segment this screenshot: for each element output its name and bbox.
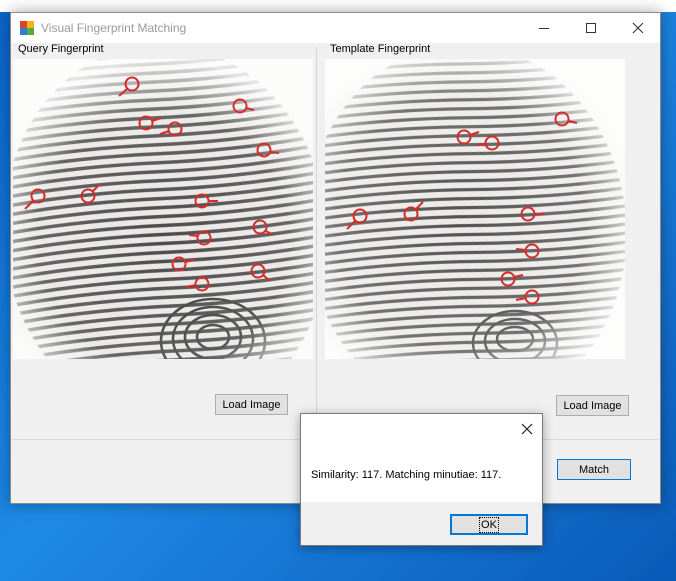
minutia-marker bbox=[171, 256, 195, 272]
minutia-marker bbox=[515, 289, 540, 305]
load-template-image-button[interactable]: Load Image bbox=[556, 395, 629, 416]
minutia-marker bbox=[476, 135, 500, 151]
similarity-message: Similarity: 117. Matching minutiae: 117. bbox=[311, 469, 502, 481]
minutia-marker bbox=[403, 201, 424, 222]
match-button[interactable]: Match bbox=[557, 459, 631, 480]
minutia-marker bbox=[159, 121, 183, 137]
minutia-marker bbox=[252, 219, 274, 236]
result-dialog: Similarity: 117. Matching minutiae: 117.… bbox=[300, 413, 543, 546]
minutia-marker bbox=[80, 183, 101, 204]
minutia-marker bbox=[554, 111, 578, 127]
close-icon[interactable] bbox=[520, 422, 534, 436]
minutiae-overlay bbox=[24, 76, 578, 305]
minutia-marker bbox=[520, 206, 544, 222]
minutia-marker bbox=[118, 76, 140, 97]
minutia-marker bbox=[500, 271, 524, 287]
minutia-marker bbox=[256, 142, 280, 158]
minutia-marker bbox=[185, 276, 210, 292]
minutia-marker bbox=[346, 208, 368, 230]
minutia-marker bbox=[456, 129, 480, 145]
minutia-marker bbox=[188, 230, 212, 246]
ok-button-label: OK bbox=[479, 516, 499, 533]
desktop-strip bbox=[0, 0, 676, 12]
minutia-marker bbox=[194, 193, 218, 209]
load-query-image-button[interactable]: Load Image bbox=[215, 394, 288, 415]
minutia-marker bbox=[515, 243, 540, 259]
minutia-marker bbox=[232, 98, 255, 114]
minutia-marker bbox=[138, 115, 162, 131]
minutia-marker bbox=[24, 188, 46, 210]
minutia-marker bbox=[250, 263, 271, 282]
ok-button[interactable]: OK bbox=[450, 514, 528, 535]
